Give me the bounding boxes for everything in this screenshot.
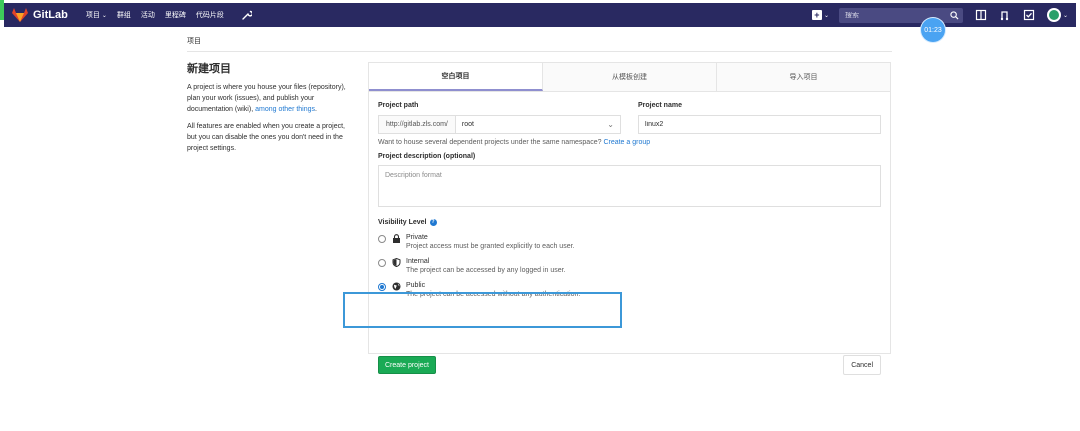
timer-badge: 01:23 (921, 18, 945, 42)
question-circle-icon[interactable]: ? (429, 219, 437, 226)
nav-right: + ⌄ ⌄ (811, 3, 1076, 27)
nav-link-activity[interactable]: 活动 (141, 10, 155, 20)
cancel-button[interactable]: Cancel (843, 355, 881, 375)
avatar[interactable] (1046, 8, 1061, 22)
project-name-group: Project name (638, 102, 881, 134)
visibility-desc: The project can be accessed by any logge… (406, 267, 566, 274)
visibility-title: Internal (406, 258, 430, 265)
visibility-label-text: Visibility Level (378, 219, 427, 226)
nav-link-label: 项目 (85, 12, 100, 19)
lock-icon (393, 234, 400, 243)
form-actions: Create project Cancel (378, 355, 881, 375)
namespace-value: root (461, 121, 474, 128)
visibility-option-public[interactable]: Public The project can be accessed witho… (378, 282, 881, 298)
chevron-down-icon[interactable]: ⌄ (1063, 12, 1068, 19)
create-group-link[interactable]: Create a group (603, 139, 650, 146)
todo-check-icon[interactable] (1023, 9, 1035, 21)
new-project-form: Project path http://gitlab.zls.com/ root… (369, 92, 890, 375)
visibility-text: Public The project can be accessed witho… (406, 282, 580, 298)
radio-internal[interactable] (378, 259, 386, 267)
visibility-desc: Project access must be granted explicitl… (406, 243, 575, 250)
avatar-image (1048, 10, 1059, 20)
new-project-info: 新建项目 A project is where you house your f… (187, 60, 347, 160)
project-path-label: Project path (378, 102, 419, 109)
description-label: Project description (optional) (378, 153, 476, 160)
visibility-option-private[interactable]: Private Project access must be granted e… (378, 234, 881, 250)
radio-public[interactable] (378, 283, 386, 291)
visibility-text: Private Project access must be granted e… (406, 234, 574, 250)
globe-icon (392, 282, 401, 291)
project-path-field: http://gitlab.zls.com/ root ⌄ (378, 115, 621, 134)
visibility-option-internal[interactable]: Internal The project can be accessed by … (378, 258, 881, 274)
chevron-down-icon: ⌄ (823, 12, 829, 19)
tab-from-template[interactable]: 从模板创建 (543, 63, 717, 91)
visibility-title: Public (406, 282, 426, 289)
search-box[interactable] (838, 7, 963, 23)
wrench-icon[interactable] (242, 10, 252, 20)
visibility-text: Internal The project can be accessed by … (406, 258, 566, 274)
nav-link-snippets[interactable]: 代码片段 (196, 10, 224, 20)
nav-link-milestones[interactable]: 里程碑 (165, 10, 186, 20)
path-name-row: Project path http://gitlab.zls.com/ root… (378, 102, 881, 134)
visibility-label: Visibility Level ? (378, 219, 881, 226)
breadcrumb-divider (187, 51, 892, 52)
visibility-desc: The project can be accessed without any … (406, 291, 581, 298)
project-path-group: Project path http://gitlab.zls.com/ root… (378, 102, 621, 134)
plus-icon: + (811, 10, 822, 20)
breadcrumb[interactable]: 项目 (187, 36, 201, 46)
project-name-label: Project name (638, 102, 682, 109)
sidebar-toggle-icon[interactable] (975, 9, 987, 21)
search-icon (950, 10, 959, 20)
create-project-button[interactable]: Create project (378, 356, 436, 374)
gitlab-logo-icon (12, 8, 28, 22)
tab-blank-project[interactable]: 空白项目 (369, 63, 543, 91)
help-text: Want to house several dependent projects… (378, 139, 604, 146)
new-dropdown-button[interactable]: + ⌄ (811, 10, 829, 20)
chevron-down-icon: ⌄ (101, 12, 107, 19)
top-navbar: GitLab 项目 ⌄ 群组 活动 里程碑 代码片段 + ⌄ 搜索 ⌄ (4, 3, 1076, 27)
page-title: 新建项目 (187, 63, 231, 75)
brand-name: GitLab (33, 9, 68, 21)
radio-private[interactable] (378, 235, 386, 243)
project-tabs: 空白项目 从模板创建 导入项目 (369, 63, 890, 92)
info-paragraph-1: A project is where you house your files … (187, 82, 347, 115)
description-textarea[interactable] (378, 165, 881, 207)
nav-link-groups[interactable]: 群组 (117, 10, 131, 20)
namespace-select[interactable]: root ⌄ (456, 116, 620, 133)
nav-links: 项目 ⌄ 群组 活动 里程碑 代码片段 (86, 10, 252, 20)
info-text-end: . (315, 106, 317, 113)
brand[interactable]: GitLab (12, 8, 68, 22)
info-paragraph-2: All features are enabled when you create… (187, 123, 345, 152)
shield-icon (392, 258, 401, 267)
new-project-panel: 空白项目 从模板创建 导入项目 Project path http://gitl… (368, 62, 891, 375)
visibility-title: Private (406, 234, 428, 241)
chevron-down-icon: ⌄ (607, 120, 614, 129)
merge-request-icon[interactable] (999, 9, 1011, 21)
path-prefix: http://gitlab.zls.com/ (379, 116, 456, 133)
project-name-input[interactable] (638, 115, 881, 134)
left-accent-bar (0, 0, 4, 20)
among-other-things-link[interactable]: among other things (255, 106, 315, 113)
namespace-help: Want to house several dependent projects… (378, 139, 881, 146)
tab-import-project[interactable]: 导入项目 (717, 63, 890, 91)
nav-link-projects[interactable]: 项目 ⌄ (86, 10, 107, 20)
